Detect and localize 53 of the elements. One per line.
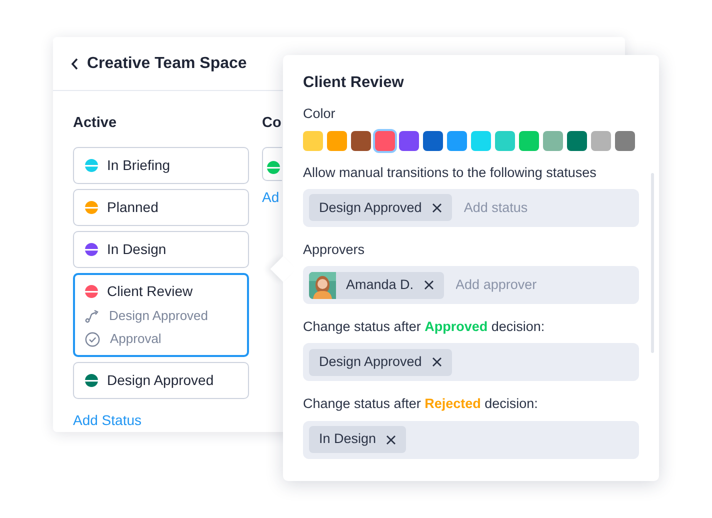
status-detail: Design Approved <box>109 306 208 325</box>
status-item[interactable]: In Design <box>73 230 249 268</box>
color-swatch[interactable] <box>399 130 419 150</box>
color-swatch[interactable] <box>327 130 347 150</box>
color-swatch[interactable] <box>447 130 467 150</box>
panel-title: Client Review <box>303 73 405 93</box>
add-input[interactable]: Add status <box>462 196 612 219</box>
tag-label: Design Approved <box>319 353 422 372</box>
color-swatch[interactable] <box>351 130 371 150</box>
close-icon[interactable] <box>386 434 396 444</box>
color-swatch[interactable] <box>303 130 323 150</box>
color-label: Color <box>303 105 336 124</box>
space-title: Creative Team Space <box>87 54 247 74</box>
back-icon[interactable] <box>71 58 79 70</box>
tag-input-field[interactable]: Design Approved <box>303 343 639 382</box>
color-swatch[interactable] <box>591 130 611 150</box>
column-heading: Active <box>73 114 118 133</box>
field-label: Allow manual transitions to the following statuses <box>303 164 598 182</box>
status-item[interactable]: In Briefing <box>73 146 249 184</box>
tag-input-field[interactable]: In Design <box>303 420 639 458</box>
field-label: Approvers <box>303 240 366 259</box>
tag-input-field[interactable]: Design Approved Add status <box>303 188 639 227</box>
color-swatch[interactable] <box>567 130 587 150</box>
color-swatch[interactable] <box>543 130 563 150</box>
field-label: Change status after Approved decision: <box>303 318 546 336</box>
close-icon[interactable] <box>432 357 442 368</box>
field-label: Change status after Rejected decision: <box>303 395 539 414</box>
status-label: In Design <box>107 240 166 259</box>
add-input[interactable]: Add approver <box>454 274 604 296</box>
transition-icon <box>85 308 99 322</box>
tag-label: Design Approved <box>319 198 422 217</box>
color-swatch[interactable] <box>423 130 443 150</box>
close-icon[interactable] <box>432 202 442 213</box>
check-circle-icon <box>85 332 100 346</box>
tag-label: Amanda D. <box>346 276 414 294</box>
close-icon[interactable] <box>424 280 434 290</box>
tag-label: In Design <box>319 430 376 448</box>
status-label: In Briefing <box>107 156 170 175</box>
status-detail: Approval <box>110 330 162 348</box>
status-label: Client Review <box>107 282 193 301</box>
status-label: Design Approved <box>107 370 214 390</box>
color-swatch[interactable] <box>375 130 395 150</box>
color-swatch[interactable] <box>615 130 635 150</box>
status-item[interactable]: Design Approved <box>73 362 249 399</box>
column-heading: Co <box>262 114 282 133</box>
tag-input-field[interactable]: Amanda D. Add approver <box>303 266 639 304</box>
status-item[interactable]: Client Review Design Approved Approval <box>73 272 249 357</box>
color-swatch[interactable] <box>471 130 491 150</box>
color-swatch[interactable] <box>495 130 515 150</box>
status-item[interactable]: Planned <box>73 188 249 226</box>
status-label: Planned <box>107 198 158 217</box>
color-swatch[interactable] <box>519 130 539 150</box>
status-item[interactable] <box>262 146 282 181</box>
